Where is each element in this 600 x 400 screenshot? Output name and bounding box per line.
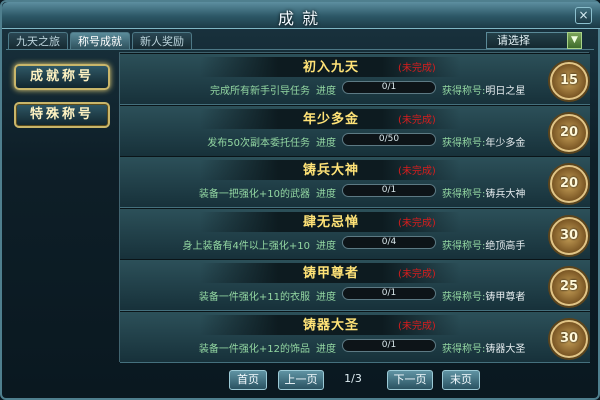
tab-journey[interactable]: 九天之旅 (8, 32, 68, 50)
achievement-status: (未完成) (398, 217, 436, 229)
reward-label: 获得称号: (442, 86, 486, 97)
reward-label: 获得称号: (442, 189, 486, 200)
achievement-status: (未完成) (398, 63, 436, 74)
achievement-name-area: 铸器大圣 (120, 314, 542, 336)
achievement-name-area: 初入九天 (120, 56, 542, 78)
achievement-name: 初入九天 (302, 60, 359, 75)
filter-dropdown-value: 请选择 (497, 34, 530, 47)
reward-text: 获得称号:铸器大圣 (442, 340, 525, 355)
achievement-description: 身上装备有4件以上强化+10 (182, 240, 310, 252)
progress-text: 0/1 (381, 185, 397, 195)
achievement-status: (未完成) (398, 320, 436, 332)
achievement-name: 铸甲尊者 (302, 266, 359, 281)
reward-label: 获得称号: (442, 240, 486, 252)
progress-bar: 0/1 (342, 81, 436, 94)
achievement-description: 完成所有新手引导任务 (210, 86, 310, 97)
points-medal-icon: 25 (550, 268, 588, 306)
progress-text: 0/1 (381, 288, 397, 298)
reward-label: 获得称号: (442, 137, 486, 149)
triangle-down-icon[interactable]: ▼ (567, 32, 582, 49)
last-page-button[interactable]: 末页 (442, 370, 480, 390)
first-page-button[interactable]: 首页 (229, 370, 267, 390)
points-medal-icon: 15 (550, 62, 588, 100)
progress-bar: 0/50 (342, 132, 436, 146)
progress-label: 进度 (316, 343, 336, 355)
tab-title-achievements[interactable]: 称号成就 (70, 32, 130, 50)
progress-label: 进度 (316, 292, 336, 303)
achievement-description: 装备一件强化+12的饰品 (198, 343, 310, 355)
reward-label: 获得称号: (442, 343, 486, 355)
progress-bar: 0/1 (342, 287, 436, 300)
points-medal-icon: 30 (550, 319, 588, 358)
reward-title: 年少多金 (485, 137, 526, 149)
window-title: 成就 (277, 9, 326, 28)
title-bar[interactable]: 成就 (2, 2, 600, 29)
tab-bar: 九天之旅 称号成就 新人奖励 (8, 32, 192, 50)
points-medal-icon: 20 (550, 165, 588, 203)
reward-title: 铸甲尊者 (485, 292, 526, 303)
achievement-row[interactable]: 肆无忌惮 (未完成) 身上装备有4件以上强化+10 进度 0/4 获得称号:绝顶高手 30 (120, 207, 590, 260)
progress-text: 0/1 (381, 82, 397, 92)
next-page-button[interactable]: 下一页 (387, 370, 433, 390)
progress-label: 进度 (316, 86, 336, 97)
reward-text: 获得称号:铸甲尊者 (442, 288, 525, 303)
close-icon[interactable]: × (575, 7, 592, 24)
reward-text: 获得称号:绝顶高手 (442, 237, 525, 252)
progress-label: 进度 (316, 189, 336, 200)
progress-label: 进度 (316, 240, 336, 252)
achievement-name-area: 年少多金 (120, 108, 542, 130)
achievement-name-area: 铸甲尊者 (120, 262, 542, 284)
achievement-description: 装备一把强化+10的武器 (198, 189, 310, 200)
achievement-status: (未完成) (398, 166, 436, 177)
tab-divider (6, 49, 594, 50)
achievement-name-area: 肆无忌惮 (120, 211, 542, 233)
achievement-row[interactable]: 铸甲尊者 (未完成) 装备一件强化+11的衣服 进度 0/1 获得称号:铸甲尊者 25 (120, 259, 590, 311)
filter-dropdown[interactable]: 请选择 ▼ (486, 32, 582, 49)
reward-title: 铸兵大神 (485, 189, 526, 200)
achievement-name: 年少多金 (302, 111, 359, 127)
achievement-description: 装备一件强化+11的衣服 (198, 292, 310, 303)
achievement-row[interactable]: 铸器大圣 (未完成) 装备一件强化+12的饰品 进度 0/1 获得称号:铸器大圣 30 (120, 310, 590, 363)
achievement-status: (未完成) (398, 269, 436, 280)
achievement-description: 发布50次副本委托任务 (207, 137, 310, 149)
reward-text: 获得称号:铸兵大神 (442, 185, 525, 200)
progress-bar: 0/4 (342, 235, 436, 249)
category-achievement-titles[interactable]: 成就称号 (14, 64, 110, 90)
achievement-status: (未完成) (398, 114, 436, 126)
achievement-row[interactable]: 铸兵大神 (未完成) 装备一把强化+10的武器 进度 0/1 获得称号:铸兵大神 20 (120, 156, 590, 208)
progress-label: 进度 (316, 137, 336, 149)
reward-text: 获得称号:明日之星 (442, 82, 525, 97)
page-indicator: 1/3 (344, 372, 362, 385)
prev-page-button[interactable]: 上一页 (278, 370, 324, 390)
progress-text: 0/1 (381, 339, 397, 350)
achievement-name-area: 铸兵大神 (120, 159, 542, 181)
achievement-name: 铸兵大神 (302, 163, 359, 178)
achievement-name: 铸器大圣 (302, 317, 359, 333)
progress-text: 0/4 (381, 236, 397, 247)
reward-title: 绝顶高手 (485, 240, 526, 252)
achievement-name: 肆无忌惮 (302, 214, 359, 230)
reward-text: 获得称号:年少多金 (442, 134, 525, 149)
tab-newbie-rewards[interactable]: 新人奖励 (132, 32, 192, 50)
progress-text: 0/50 (378, 133, 400, 144)
reward-title: 铸器大圣 (485, 343, 526, 355)
achievement-window: 成就 × 九天之旅 称号成就 新人奖励 请选择 ▼ 成就称号 特殊称号 初入九天… (0, 0, 600, 400)
achievement-list: 初入九天 (未完成) 完成所有新手引导任务 进度 0/1 获得称号:明日之星 15 年少多金(… (119, 52, 590, 363)
progress-bar: 0/1 (342, 184, 436, 197)
category-special-titles[interactable]: 特殊称号 (14, 102, 110, 128)
points-medal-icon: 30 (550, 216, 588, 255)
progress-bar: 0/1 (342, 338, 436, 352)
category-panel: 成就称号 特殊称号 (8, 54, 116, 360)
reward-label: 获得称号: (442, 292, 486, 303)
pager: 首页 上一页 1/3 下一页 末页 (2, 370, 600, 390)
achievement-row[interactable]: 年少多金 (未完成) 发布50次副本委托任务 进度 0/50 获得称号:年少多金 20 (120, 104, 590, 157)
reward-title: 明日之星 (485, 86, 526, 97)
points-medal-icon: 20 (550, 113, 588, 152)
achievement-row[interactable]: 初入九天 (未完成) 完成所有新手引导任务 进度 0/1 获得称号:明日之星 15 (120, 53, 590, 105)
